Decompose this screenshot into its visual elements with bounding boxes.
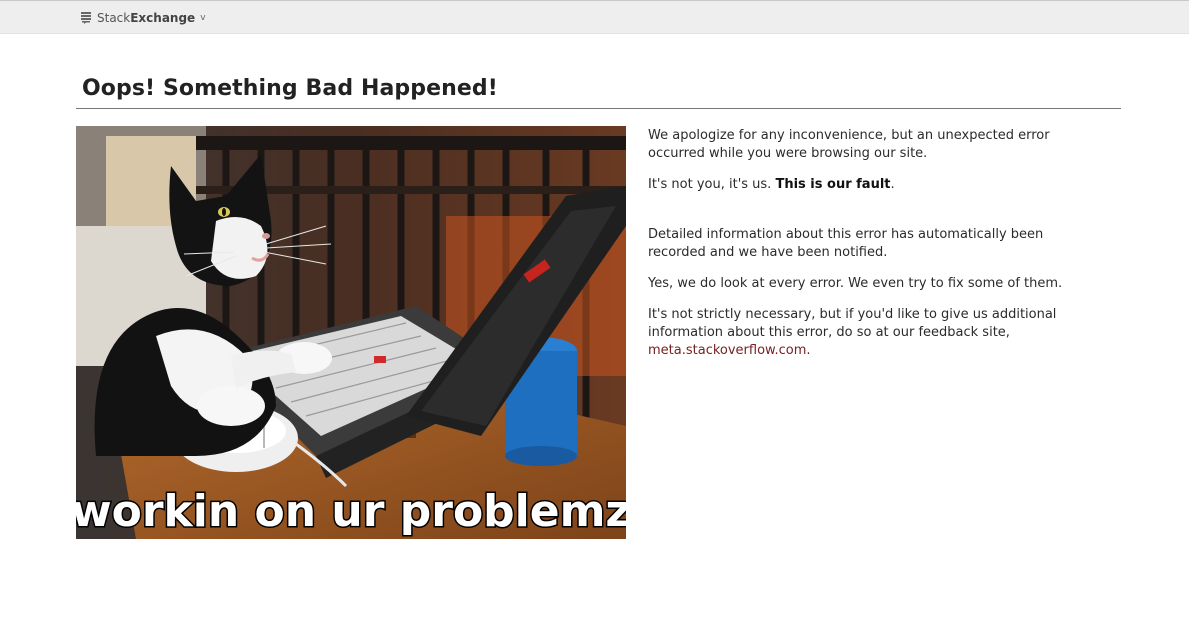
image-caption: workin on ur problemz <box>76 486 626 537</box>
page-title: Oops! Something Bad Happened! <box>82 76 498 101</box>
apology-paragraph: We apologize for any inconvenience, but … <box>648 128 1050 161</box>
brand-stack: Stack <box>97 11 131 25</box>
fault-emphasis: This is our fault <box>775 177 891 192</box>
top-bar: Stack Exchange v <box>0 0 1189 34</box>
brand-exchange: Exchange <box>130 11 196 25</box>
feedback-paragraph: It's not strictly necessary, but if you'… <box>648 307 1057 358</box>
fault-paragraph: It's not you, it's us. This is our fault… <box>648 177 895 192</box>
error-cat-image: workin on ur problemz <box>76 126 626 539</box>
recorded-paragraph: Detailed information about this error ha… <box>648 227 1044 260</box>
meta-feedback-link[interactable]: meta.stackoverflow.com <box>648 343 806 358</box>
error-message-body: We apologize for any inconvenience, but … <box>648 127 1068 373</box>
stackexchange-logo-icon <box>81 12 92 24</box>
stackexchange-switcher[interactable]: Stack Exchange v <box>81 11 206 25</box>
chevron-down-icon[interactable]: v <box>200 13 205 23</box>
look-at-errors-paragraph: Yes, we do look at every error. We even … <box>648 276 1063 291</box>
title-divider <box>76 108 1121 109</box>
